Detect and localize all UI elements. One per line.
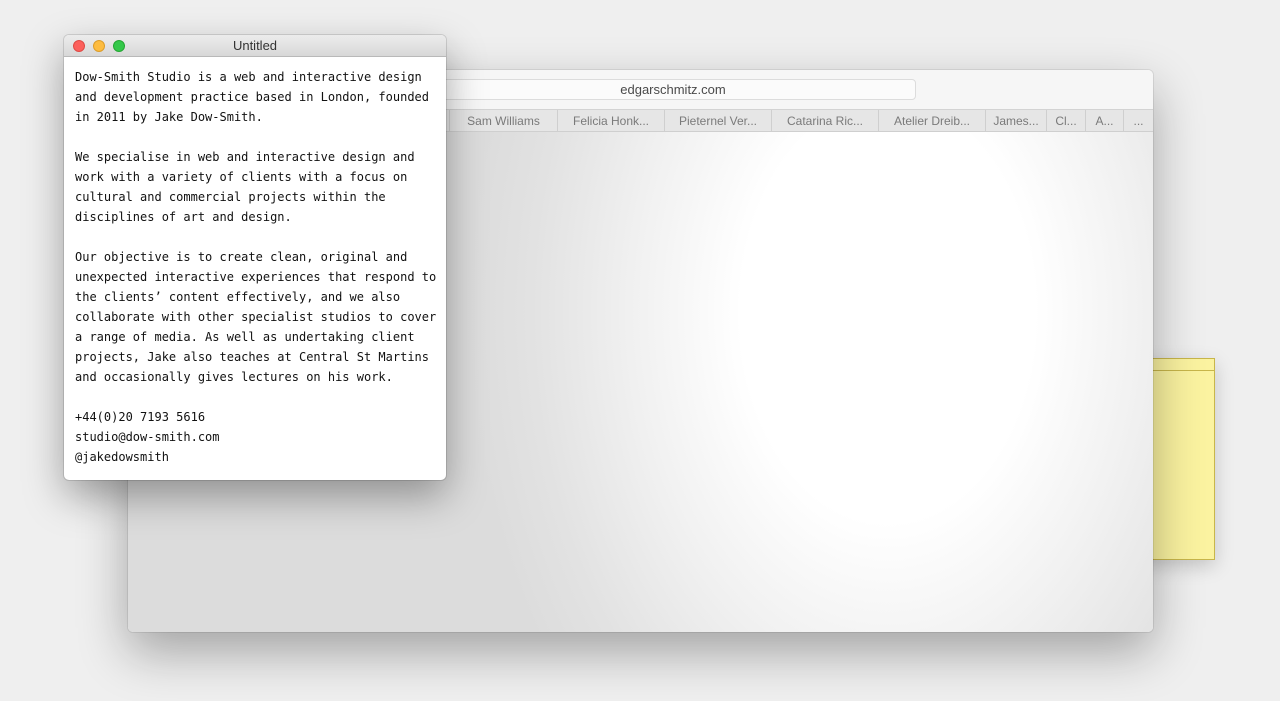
paragraph-specialisms: We specialise in web and interactive des…	[75, 147, 437, 227]
document-body[interactable]: Dow-Smith Studio is a web and interactiv…	[75, 67, 437, 467]
text-line: collaborate with other specialist studio…	[75, 310, 437, 324]
social-handle: @jakedowsmith	[75, 450, 169, 464]
minimize-button[interactable]	[93, 40, 105, 52]
text-line: unexpected interactive experiences that …	[75, 270, 437, 284]
tab-sam-williams[interactable]: Sam Williams	[449, 110, 557, 132]
text-line: a range of media. As well as undertaking…	[75, 330, 415, 344]
text-line: and development practice based in London…	[75, 90, 430, 104]
tab-atelier-dreib[interactable]: Atelier Dreib...	[878, 110, 985, 132]
text-line: We specialise in web and interactive des…	[75, 150, 415, 164]
paragraph-intro: Dow-Smith Studio is a web and interactiv…	[75, 67, 437, 127]
tab-overflow[interactable]: ...	[1123, 110, 1153, 132]
close-button[interactable]	[73, 40, 85, 52]
tab-a[interactable]: A...	[1085, 110, 1123, 132]
text-line: work with a variety of clients with a fo…	[75, 170, 408, 184]
text-line: Our objective is to create clean, origin…	[75, 250, 408, 264]
text-line: cultural and commercial projects within …	[75, 190, 386, 204]
text-line: Dow-Smith Studio is a web and interactiv…	[75, 70, 422, 84]
text-editor-window[interactable]: Untitled Dow-Smith Studio is a web and i…	[64, 35, 446, 480]
tab-pieternel-ver[interactable]: Pieternel Ver...	[664, 110, 771, 132]
text-line: in 2011 by Jake Dow-Smith.	[75, 110, 263, 124]
tab-catarina-ric[interactable]: Catarina Ric...	[771, 110, 878, 132]
text-line: and occasionally gives lectures on his w…	[75, 370, 393, 384]
phone-number: +44(0)20 7193 5616	[75, 410, 206, 424]
paragraph-contact: +44(0)20 7193 5616 studio@dow-smith.com …	[75, 407, 437, 467]
address-bar[interactable]: edgarschmitz.com	[430, 79, 916, 100]
tab-felicia-honk[interactable]: Felicia Honk...	[557, 110, 664, 132]
text-line: projects, Jake also teaches at Central S…	[75, 350, 430, 364]
tab-cl[interactable]: Cl...	[1046, 110, 1085, 132]
zoom-button[interactable]	[113, 40, 125, 52]
text-line: disciplines of art and design.	[75, 210, 292, 224]
text-line: the clients’ content effectively, and we…	[75, 290, 401, 304]
tab-james[interactable]: James...	[985, 110, 1046, 132]
title-bar[interactable]: Untitled	[64, 35, 446, 57]
email-address: studio@dow-smith.com	[75, 430, 220, 444]
paragraph-objective: Our objective is to create clean, origin…	[75, 247, 437, 387]
